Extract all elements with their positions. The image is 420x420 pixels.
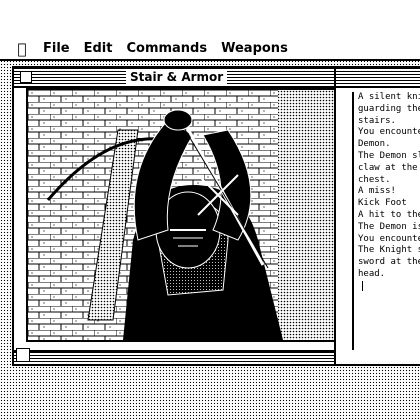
menu-file[interactable]: File bbox=[36, 41, 77, 56]
apple-menu-icon[interactable]:  bbox=[8, 40, 36, 58]
text-cursor bbox=[362, 280, 363, 291]
narrative-text-area[interactable]: A silent knight guarding the w stairs. Y… bbox=[352, 92, 420, 350]
text-line: chest. bbox=[358, 174, 391, 185]
text-line: You encounter bbox=[358, 233, 420, 244]
menu-edit[interactable]: Edit bbox=[77, 41, 120, 56]
menu-commands[interactable]: Commands bbox=[119, 41, 214, 56]
text-cursor-line bbox=[354, 280, 420, 296]
text-line: sword at the F bbox=[358, 257, 420, 268]
text-line: Kick Foot bbox=[358, 198, 407, 209]
close-box-icon[interactable] bbox=[20, 71, 32, 83]
text-line: The Demon is bbox=[358, 221, 420, 232]
picture-window-title: Stair & Armor bbox=[126, 69, 228, 85]
text-window-titlebar[interactable] bbox=[336, 68, 420, 88]
text-line: A hit to the si bbox=[358, 209, 420, 220]
text-line: guarding the w bbox=[358, 103, 420, 114]
scene-picture bbox=[26, 88, 336, 342]
menu-weapons[interactable]: Weapons bbox=[214, 41, 295, 56]
text-line: A silent knight bbox=[358, 92, 420, 102]
text-line: claw at the Pe bbox=[358, 162, 418, 173]
text-line: You encounter bbox=[358, 127, 420, 138]
text-window: A silent knight guarding the w stairs. Y… bbox=[334, 66, 420, 366]
resize-corner-icon[interactable] bbox=[16, 348, 30, 362]
text-line: The Knight sw bbox=[358, 245, 420, 256]
screen-top-border bbox=[0, 0, 420, 38]
menu-bar:  File Edit Commands Weapons bbox=[0, 38, 420, 61]
picture-window: Stair & Armor bbox=[12, 66, 352, 366]
text-line: Demon. bbox=[358, 139, 391, 150]
picture-horizontal-scrollbar[interactable] bbox=[14, 350, 350, 364]
picture-window-titlebar[interactable]: Stair & Armor bbox=[14, 68, 350, 88]
text-line: head. bbox=[358, 268, 386, 279]
text-line: stairs. bbox=[358, 115, 396, 126]
text-line: A miss! bbox=[358, 186, 396, 197]
text-line: The Demon sla bbox=[358, 150, 420, 161]
knight-armor-illustration bbox=[28, 90, 334, 340]
